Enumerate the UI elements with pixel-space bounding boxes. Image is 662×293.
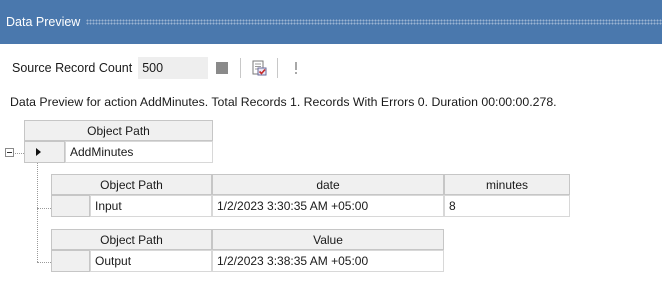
tree-line bbox=[37, 208, 51, 209]
collapse-icon[interactable] bbox=[5, 148, 14, 157]
panel-title-bar: Data Preview bbox=[0, 0, 662, 44]
preview-summary-text: Data Preview for action AddMinutes. Tota… bbox=[10, 95, 557, 109]
row-pointer-icon bbox=[36, 148, 41, 156]
root-column-header[interactable]: Object Path bbox=[24, 120, 213, 141]
output-header-object-path[interactable]: Object Path bbox=[51, 229, 212, 250]
tree-line bbox=[15, 153, 24, 154]
title-bar-grip[interactable] bbox=[86, 19, 662, 25]
exclamation-icon bbox=[295, 62, 298, 74]
toolbar-separator bbox=[277, 58, 279, 78]
tree-line bbox=[37, 262, 51, 263]
toolbar: Source Record Count 500 bbox=[0, 54, 662, 82]
input-row-selector[interactable] bbox=[51, 195, 90, 217]
stop-icon bbox=[216, 62, 229, 74]
panel-title: Data Preview bbox=[6, 15, 81, 29]
preview-button[interactable] bbox=[249, 58, 269, 78]
input-header-minutes[interactable]: minutes bbox=[444, 174, 570, 195]
output-row-selector[interactable] bbox=[51, 250, 90, 272]
row-selector[interactable] bbox=[24, 141, 65, 163]
input-header-object-path[interactable]: Object Path bbox=[51, 174, 212, 195]
source-record-count-label: Source Record Count bbox=[12, 61, 133, 75]
input-date-cell[interactable]: 1/2/2023 3:30:35 AM +05:00 bbox=[212, 195, 444, 217]
tree-line bbox=[37, 163, 38, 262]
output-value-cell[interactable]: 1/2/2023 3:38:35 AM +05:00 bbox=[212, 250, 444, 272]
output-object-path-cell[interactable]: Output bbox=[90, 250, 212, 272]
input-object-path-cell[interactable]: Input bbox=[90, 195, 212, 217]
source-record-count-input[interactable]: 500 bbox=[138, 57, 209, 79]
errors-button[interactable] bbox=[286, 58, 306, 78]
output-header-value[interactable]: Value bbox=[212, 229, 444, 250]
input-minutes-cell[interactable]: 8 bbox=[444, 195, 570, 217]
checklist-icon bbox=[252, 60, 267, 76]
input-header-date[interactable]: date bbox=[212, 174, 444, 195]
stop-button[interactable] bbox=[212, 58, 232, 78]
preview-grid: Object Path AddMinutes Object Path date … bbox=[0, 116, 662, 293]
root-row-cell[interactable]: AddMinutes bbox=[65, 141, 213, 163]
toolbar-separator bbox=[240, 58, 242, 78]
